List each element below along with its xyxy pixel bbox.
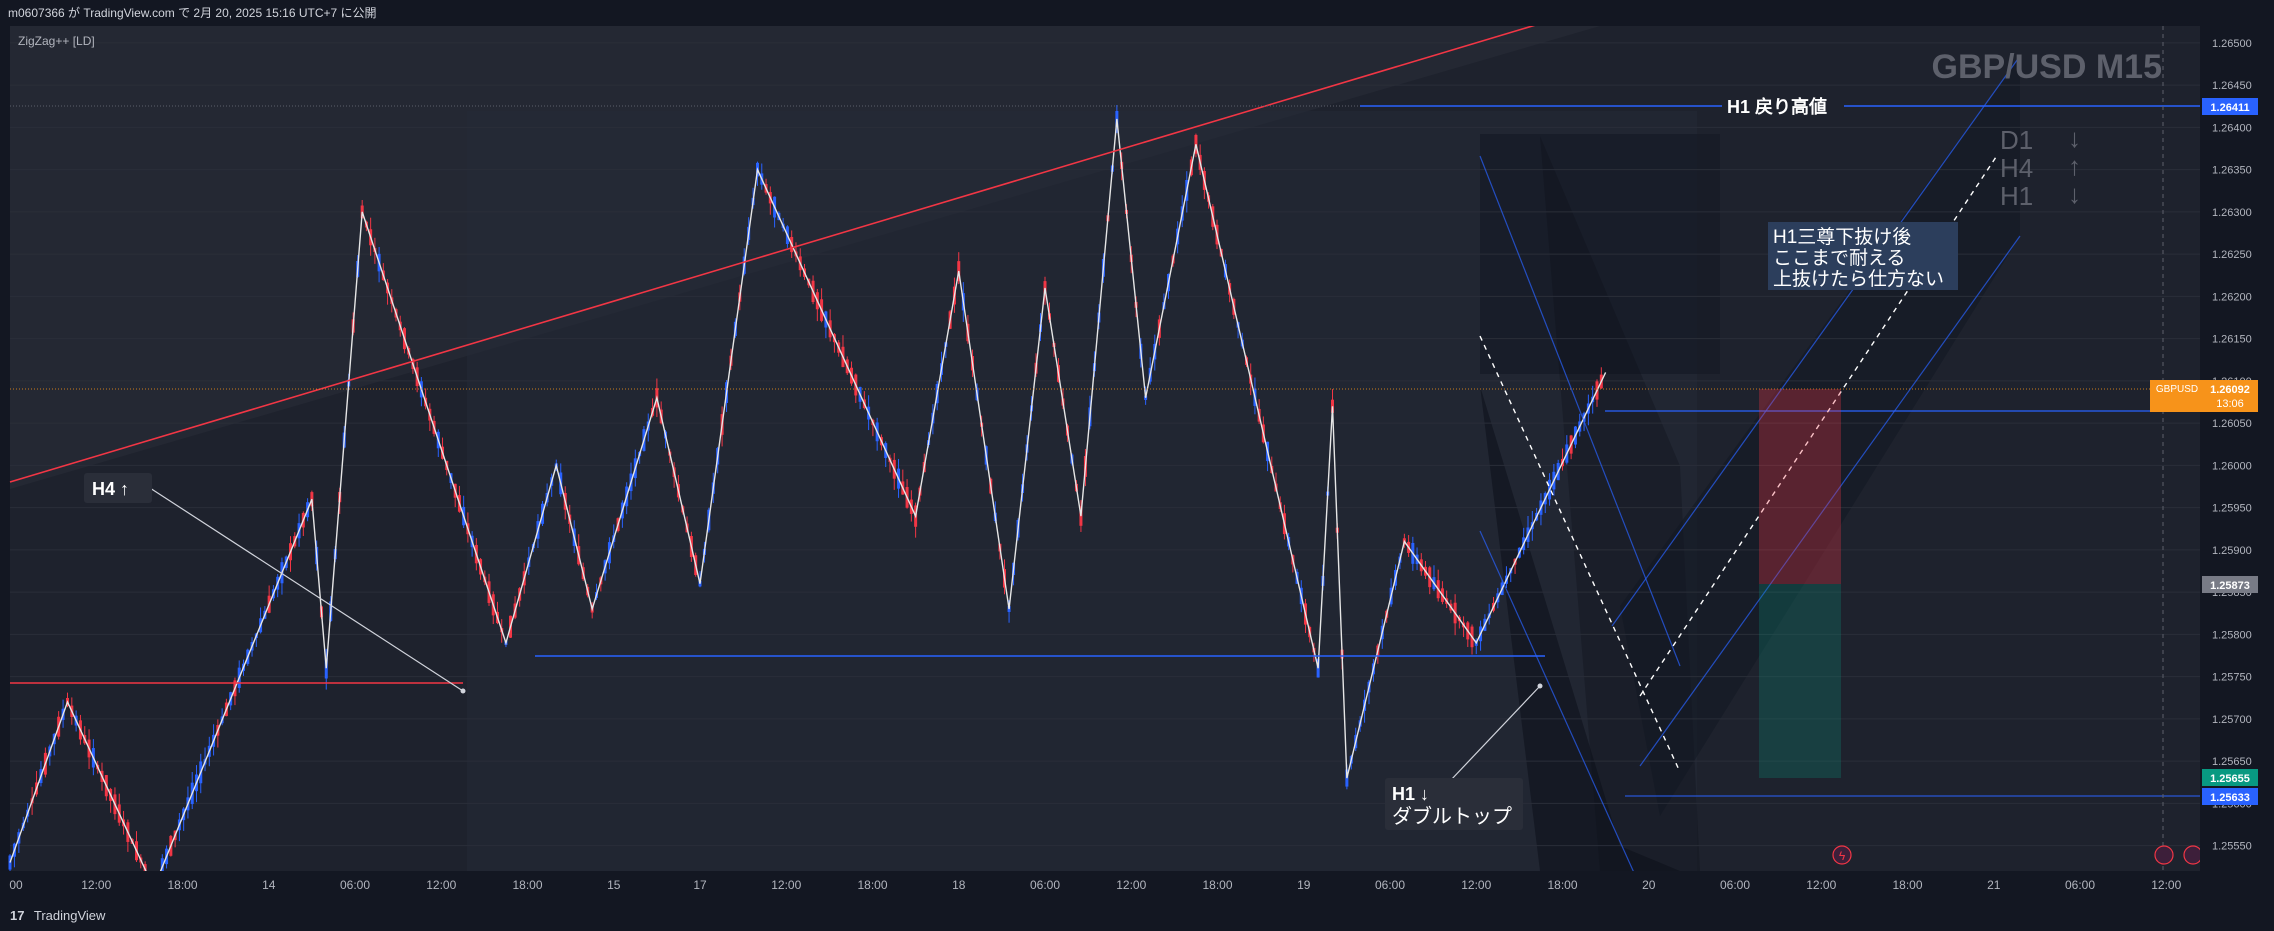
time-tick: 12:00 xyxy=(771,878,801,892)
h1-down-note-title: H1 ↓ xyxy=(1392,784,1429,804)
stop-zone[interactable] xyxy=(1759,389,1841,584)
time-tick: 00 xyxy=(9,878,23,892)
h4-pointer-dot xyxy=(460,688,466,694)
event-flag-icon-1[interactable] xyxy=(2154,845,2174,865)
time-tick: 18:00 xyxy=(857,878,887,892)
publish-info: m0607366 が TradingView.com で 2月 20, 2025… xyxy=(8,6,377,20)
tradingview-chart-screen: m0607366 が TradingView.com で 2月 20, 2025… xyxy=(0,0,2274,931)
h1-down-note-sub: ダブルトップ xyxy=(1392,804,1512,828)
time-tick: 06:00 xyxy=(2065,878,2095,892)
price-label-tp: 1.25873 xyxy=(2210,580,2250,592)
event-flag-icon-2[interactable] xyxy=(2183,845,2203,865)
price-tick: 1.26050 xyxy=(2212,418,2252,430)
time-tick: 19 xyxy=(1297,878,1311,892)
time-tick: 18:00 xyxy=(512,878,542,892)
indicator-label[interactable]: ZigZag++ [LD] xyxy=(18,34,95,48)
price-tick: 1.25750 xyxy=(2212,672,2252,684)
price-tick: 1.25900 xyxy=(2212,545,2252,557)
time-tick: 06:00 xyxy=(340,878,370,892)
price-tick: 1.26400 xyxy=(2212,122,2252,134)
h4-note-text: H4 ↑ xyxy=(92,479,129,499)
plan-note-line-3: 上抜けたら仕方ない xyxy=(1773,268,1944,290)
h1-high-label[interactable]: H1 戻り高値 xyxy=(1727,96,1827,117)
target-zone[interactable] xyxy=(1759,584,1841,778)
plan-note-line-2: ここまで耐える xyxy=(1773,247,1905,269)
price-tick: 1.25550 xyxy=(2212,841,2252,853)
trend-h4-arrow: ↑ xyxy=(2068,151,2081,181)
time-tick: 12:00 xyxy=(2151,878,2181,892)
time-tick: 18:00 xyxy=(1892,878,1922,892)
price-label-low: 1.25633 xyxy=(2210,792,2250,804)
time-tick: 17 xyxy=(693,878,707,892)
tradingview-brand[interactable]: TradingView xyxy=(34,908,106,923)
time-tick: 14 xyxy=(262,878,276,892)
time-tick: 15 xyxy=(607,878,621,892)
time-tick: 06:00 xyxy=(1720,878,1750,892)
price-tick: 1.26300 xyxy=(2212,207,2252,219)
trend-h4-label: H4 xyxy=(2000,153,2033,183)
price-label-symbol: GBPUSD xyxy=(2156,384,2198,395)
lightning-glyph: ϟ xyxy=(1839,849,1846,863)
plan-note-line-1: H1三尊下抜け後 xyxy=(1773,226,1911,248)
time-tick: 12:00 xyxy=(81,878,111,892)
price-tick: 1.26500 xyxy=(2212,38,2252,50)
price-tick: 1.26350 xyxy=(2212,165,2252,177)
price-tick: 1.25650 xyxy=(2212,756,2252,768)
time-tick: 20 xyxy=(1642,878,1656,892)
trend-h1-label: H1 xyxy=(2000,181,2033,211)
time-tick: 21 xyxy=(1987,878,2001,892)
price-tick: 1.26450 xyxy=(2212,80,2252,92)
price-tick: 1.26000 xyxy=(2212,460,2252,472)
price-tick: 1.26200 xyxy=(2212,291,2252,303)
price-label-green: 1.25655 xyxy=(2210,773,2250,785)
footer-bar: 17 TradingView xyxy=(0,900,2274,931)
price-label-countdown: 13:06 xyxy=(2216,398,2244,410)
time-tick: 12:00 xyxy=(1116,878,1146,892)
price-tick: 1.25700 xyxy=(2212,714,2252,726)
time-tick: 18:00 xyxy=(1547,878,1577,892)
time-tick: 12:00 xyxy=(1461,878,1491,892)
trend-d1-label: D1 xyxy=(2000,125,2033,155)
price-chart[interactable]: ZigZag++ [LD] GBP/USD M15 D1 ↓ H4 ↑ H1 ↓… xyxy=(0,26,2274,900)
price-tick: 1.26250 xyxy=(2212,249,2252,261)
time-tick: 18:00 xyxy=(1202,878,1232,892)
time-tick: 06:00 xyxy=(1030,878,1060,892)
time-axis[interactable]: 00 12:00 18:00 14 06:00 12:00 18:00 15 17 12:00 18… xyxy=(0,871,2274,900)
trend-d1-arrow: ↓ xyxy=(2068,123,2081,153)
price-tick: 1.25800 xyxy=(2212,629,2252,641)
time-tick: 06:00 xyxy=(1375,878,1405,892)
price-tick: 1.25950 xyxy=(2212,503,2252,515)
price-tick: 1.26150 xyxy=(2212,334,2252,346)
time-tick: 18:00 xyxy=(167,878,197,892)
price-label-current: 1.26092 xyxy=(2210,384,2250,396)
publish-header: m0607366 が TradingView.com で 2月 20, 2025… xyxy=(0,0,2274,26)
time-tick: 12:00 xyxy=(1806,878,1836,892)
time-tick: 12:00 xyxy=(426,878,456,892)
trend-h1-arrow: ↓ xyxy=(2068,179,2081,209)
h1-pointer-dot xyxy=(1537,683,1543,689)
tradingview-logo-icon[interactable]: 17 xyxy=(10,908,24,923)
symbol-watermark: GBP/USD M15 xyxy=(1932,48,2163,86)
time-tick: 18 xyxy=(952,878,966,892)
price-axis[interactable]: 1.26500 1.26450 1.26400 1.26350 1.26300 1.262… xyxy=(2200,26,2274,871)
price-label-high: 1.26411 xyxy=(2210,102,2249,114)
